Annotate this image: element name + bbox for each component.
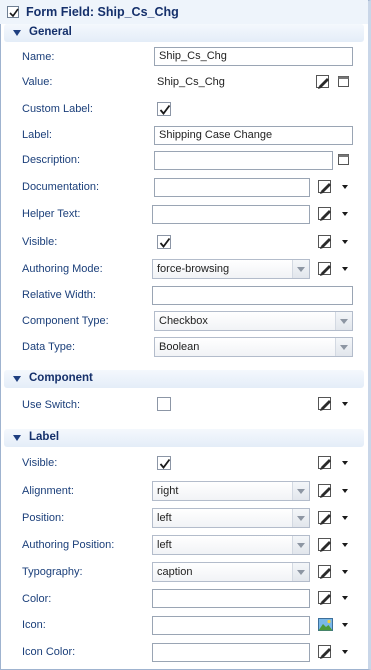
relative-width-label: Relative Width: [22,289,96,301]
chevron-down-icon[interactable] [292,260,309,278]
name-input[interactable]: Ship_Cs_Chg [154,47,353,66]
data-type-label: Data Type: [22,341,75,353]
helper-text-label: Helper Text: [22,208,81,220]
position-value: left [157,512,172,524]
visible-checkbox[interactable] [157,235,171,249]
label-visible-checkbox[interactable] [157,456,171,470]
position-dropdown-icon[interactable] [342,516,348,520]
helper-text-input[interactable] [152,205,310,224]
authoring-mode-value: force-browsing [157,263,230,275]
alignment-dropdown-icon[interactable] [342,489,348,493]
typography-dropdown-icon[interactable] [342,570,348,574]
name-label: Name: [22,51,55,63]
authoring-mode-select[interactable]: force-browsing [152,259,310,279]
typography-label: Typography: [22,566,83,578]
authoring-mode-label: Authoring Mode: [22,263,103,275]
visible-edit-icon[interactable] [317,234,333,250]
data-type-select[interactable]: Boolean [154,337,353,357]
image-picker-icon[interactable] [318,618,334,634]
icon-input[interactable] [152,616,310,635]
position-label: Position: [22,512,65,524]
use-switch-dropdown-icon[interactable] [342,402,348,406]
color-input[interactable] [152,589,310,608]
visible-dropdown-icon[interactable] [342,240,348,244]
section-title-general: General [29,26,72,38]
chevron-down-icon[interactable] [292,509,309,527]
documentation-input[interactable] [154,178,310,197]
authoring-mode-dropdown-icon[interactable] [342,267,348,271]
icon-color-label: Icon Color: [22,646,76,658]
description-input[interactable] [154,151,333,170]
value-edit-icon[interactable] [315,74,331,90]
position-edit-icon[interactable] [317,510,333,526]
chevron-down-icon[interactable] [335,338,352,356]
custom-label-label: Custom Label: [22,103,93,115]
value-text: Ship_Cs_Chg [157,76,225,88]
chevron-down-icon[interactable] [335,312,352,330]
collapse-triangle-icon[interactable] [13,435,21,441]
alignment-edit-icon[interactable] [317,483,333,499]
title-enable-checkbox[interactable] [7,6,19,18]
chevron-down-icon[interactable] [292,482,309,500]
component-type-value: Checkbox [159,315,208,327]
visible-label: Visible: [22,236,58,248]
description-expand-icon[interactable] [337,153,353,169]
position-select[interactable]: left [152,508,310,528]
value-expand-icon[interactable] [337,75,353,91]
icon-color-dropdown-icon[interactable] [342,650,348,654]
use-switch-checkbox[interactable] [157,397,171,411]
chevron-down-icon[interactable] [292,563,309,581]
component-type-label: Component Type: [22,315,109,327]
helper-text-edit-icon[interactable] [317,206,333,222]
authoring-position-label: Authoring Position: [22,539,115,551]
documentation-edit-icon[interactable] [317,179,333,195]
data-type-value: Boolean [159,341,200,353]
icon-dropdown-icon[interactable] [342,623,348,627]
typography-value: caption [157,566,193,578]
alignment-value: right [157,485,179,497]
label-visible-edit-icon[interactable] [317,455,333,471]
color-label: Color: [22,593,52,605]
authoring-position-dropdown-icon[interactable] [342,543,348,547]
icon-label: Icon: [22,619,46,631]
description-label: Description: [22,154,81,166]
section-title-label: Label [29,431,60,443]
authoring-position-select[interactable]: left [152,535,310,555]
collapse-triangle-icon[interactable] [13,30,21,36]
component-type-select[interactable]: Checkbox [154,311,353,331]
use-switch-label: Use Switch: [22,399,81,411]
icon-color-edit-icon[interactable] [317,644,333,660]
section-header-general[interactable]: General [4,24,364,42]
color-edit-icon[interactable] [317,590,333,606]
panel-title: Form Field: Ship_Cs_Chg [26,5,179,19]
documentation-dropdown-icon[interactable] [342,185,348,189]
title-bar: Form Field: Ship_Cs_Chg [0,0,368,24]
documentation-label: Documentation: [22,181,100,193]
section-title-component: Component [29,372,93,384]
icon-color-input[interactable] [152,643,310,662]
authoring-position-edit-icon[interactable] [317,537,333,553]
authoring-mode-edit-icon[interactable] [317,261,333,277]
use-switch-edit-icon[interactable] [317,396,333,412]
section-header-component[interactable]: Component [4,370,364,388]
label-visible-dropdown-icon[interactable] [342,461,348,465]
chevron-down-icon[interactable] [292,536,309,554]
value-label: Value: [22,76,53,88]
relative-width-input[interactable] [152,286,353,305]
section-header-label[interactable]: Label [4,429,364,447]
alignment-label: Alignment: [22,485,74,497]
label-visible-label: Visible: [22,457,58,469]
alignment-select[interactable]: right [152,481,310,501]
authoring-position-value: left [157,539,172,551]
custom-label-checkbox[interactable] [157,102,171,116]
helper-text-dropdown-icon[interactable] [342,212,348,216]
typography-select[interactable]: caption [152,562,310,582]
collapse-triangle-icon[interactable] [13,376,21,382]
color-dropdown-icon[interactable] [342,596,348,600]
typography-edit-icon[interactable] [317,564,333,580]
label-label: Label: [22,129,52,141]
label-input[interactable]: Shipping Case Change [154,126,353,145]
